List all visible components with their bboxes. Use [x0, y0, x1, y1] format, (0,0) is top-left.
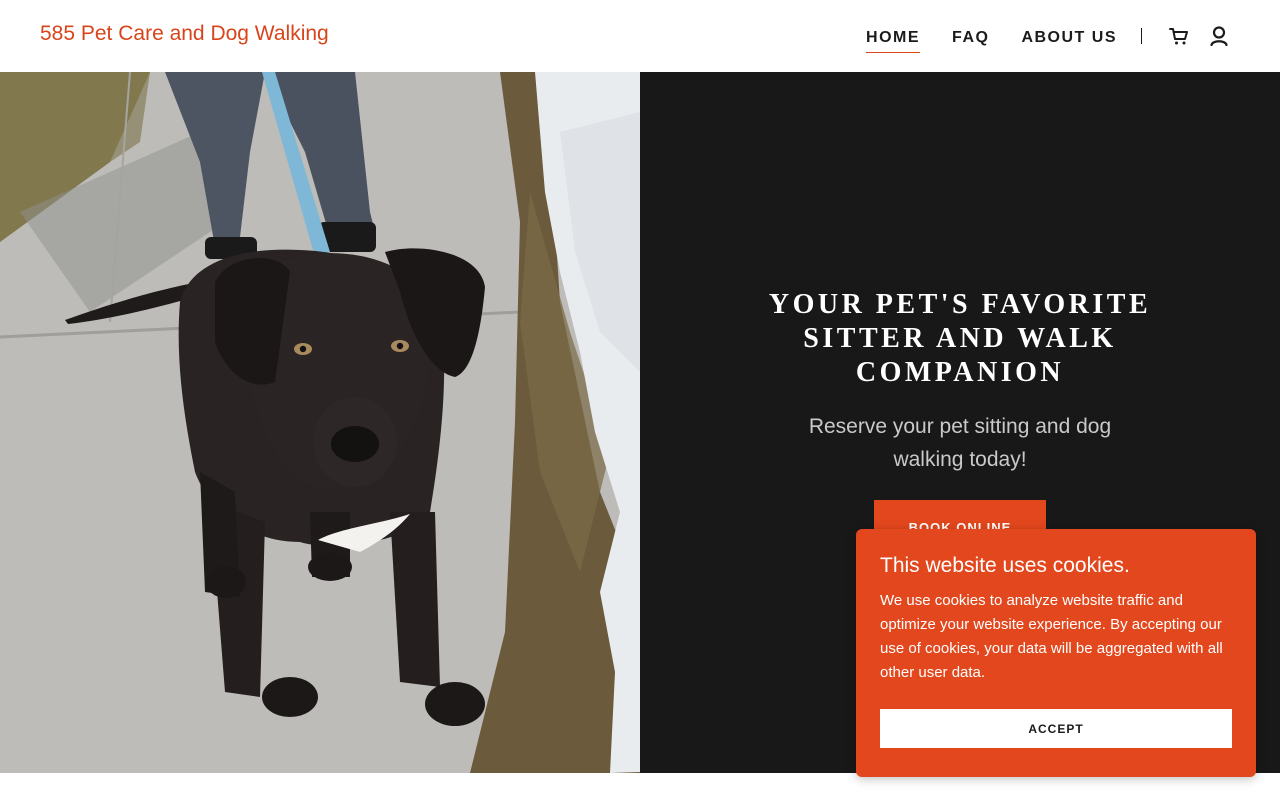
nav-faq[interactable]: FAQ [952, 25, 989, 47]
cookie-description: We use cookies to analyze website traffi… [880, 592, 1223, 681]
account-icon[interactable] [1208, 25, 1230, 47]
main-nav: HOME FAQ ABOUT US [866, 0, 1280, 72]
hero-subtitle: Reserve your pet sitting and dog walking… [808, 415, 1112, 471]
site-brand-link[interactable]: 585 Pet Care and Dog Walking [40, 22, 329, 46]
accept-cookies-button[interactable]: ACCEPT [880, 709, 1232, 748]
site-header: 585 Pet Care and Dog Walking HOME FAQ AB… [0, 0, 1280, 72]
hero-title: YOUR PET'S FAVORITE SITTER AND WALK COMP… [768, 289, 1152, 388]
hero-dog-photo [0, 72, 640, 773]
cookie-banner: This website uses cookies. We use cookie… [856, 529, 1256, 777]
cookie-title: This website uses cookies. [880, 554, 1130, 577]
nav-about-us[interactable]: ABOUT US [1021, 25, 1117, 47]
nav-divider [1141, 28, 1142, 44]
dog-photo-illustration [0, 72, 640, 773]
nav-home[interactable]: HOME [866, 25, 921, 53]
cart-icon[interactable] [1168, 25, 1190, 47]
